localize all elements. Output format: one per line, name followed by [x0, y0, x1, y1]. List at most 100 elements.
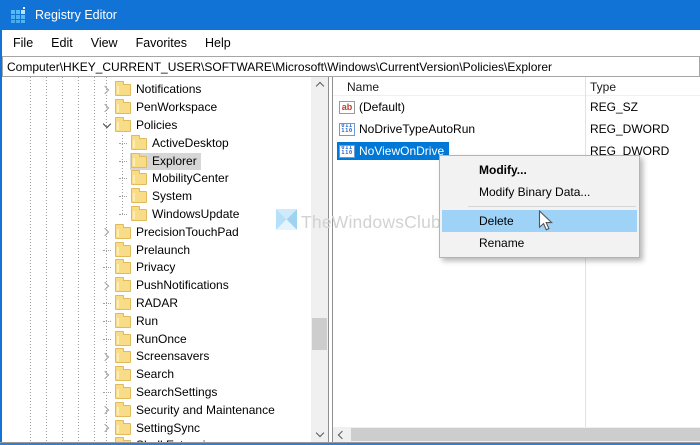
tree-item[interactable]: Search	[2, 366, 311, 384]
tree-item[interactable]: Prelaunch	[2, 241, 311, 259]
expand-arrow[interactable]	[99, 81, 114, 99]
expand-arrow[interactable]	[99, 241, 114, 259]
menu-item[interactable]: View	[82, 32, 127, 54]
scroll-left-button[interactable]	[333, 427, 348, 442]
expand-arrow[interactable]	[99, 419, 114, 437]
menu-item[interactable]: File	[4, 32, 42, 54]
expand-arrow[interactable]	[115, 152, 130, 170]
tree-item[interactable]: System	[2, 188, 311, 206]
folder-icon	[131, 170, 147, 186]
expand-arrow[interactable]	[115, 206, 130, 224]
context-menu-item-label: Modify Binary Data...	[479, 185, 591, 199]
expand-arrow[interactable]	[99, 312, 114, 330]
expand-arrow[interactable]	[99, 348, 114, 366]
tree-item-target[interactable]: PrecisionTouchPad	[114, 223, 243, 241]
vertical-scrollbar-thumb[interactable]	[312, 318, 327, 350]
expand-arrow[interactable]	[99, 384, 114, 402]
folder-icon	[115, 241, 131, 257]
folder-icon	[115, 294, 131, 310]
value-row-target[interactable]: (Default)	[337, 98, 410, 116]
horizontal-scrollbar-thumb[interactable]	[351, 428, 700, 441]
folder-icon	[115, 419, 131, 435]
tree-item-target[interactable]: Prelaunch	[114, 241, 194, 259]
menu-item[interactable]: Help	[196, 32, 240, 54]
tree-item-target[interactable]: Explorer	[130, 152, 201, 170]
value-row[interactable]: (Default) REG_SZ	[333, 96, 700, 118]
expand-arrow[interactable]	[99, 223, 114, 241]
tree-vertical-scrollbar[interactable]	[311, 77, 328, 442]
tree-item[interactable]: PrecisionTouchPad	[2, 223, 311, 241]
tree-item[interactable]: SearchSettings	[2, 383, 311, 402]
menu-item[interactable]: Favorites	[127, 32, 196, 54]
value-row[interactable]: NoDriveTypeAutoRun REG_DWORD	[333, 118, 700, 140]
tree-item-target[interactable]: PenWorkspace	[114, 99, 221, 116]
tree-item[interactable]: MobilityCenter	[2, 170, 311, 188]
tree-item-target[interactable]: Run	[114, 312, 162, 330]
tree-item[interactable]: ActiveDesktop	[2, 134, 311, 152]
tree-item[interactable]: PenWorkspace	[2, 99, 311, 117]
tree-item[interactable]: RunOnce	[2, 330, 311, 348]
expand-arrow[interactable]	[99, 117, 114, 135]
tree-item-target[interactable]: System	[130, 188, 196, 205]
tree-item-target[interactable]: Notifications	[114, 81, 205, 98]
menu-item[interactable]: Edit	[42, 32, 82, 54]
tree-item[interactable]: Notifications	[2, 81, 311, 99]
column-header-type[interactable]: Type	[590, 80, 616, 94]
expand-arrow[interactable]	[115, 134, 130, 152]
address-bar-input[interactable]	[2, 56, 700, 77]
value-row-target[interactable]: NoViewOnDrive	[337, 142, 450, 160]
expand-arrow[interactable]	[99, 259, 114, 277]
expand-arrow[interactable]	[99, 330, 114, 348]
folder-icon	[131, 188, 147, 204]
scroll-down-button[interactable]	[311, 427, 328, 442]
tree-item[interactable]: PushNotifications	[2, 277, 311, 295]
tree-item[interactable]: Screensavers	[2, 348, 311, 366]
value-list: (Default) REG_SZ NoDriveTypeAutoRun REG_…	[333, 96, 700, 427]
scroll-up-button[interactable]	[311, 77, 328, 92]
tree-item-target[interactable]: RunOnce	[114, 330, 191, 348]
tree-item[interactable]: Policies	[2, 116, 311, 135]
tree-item-target[interactable]: WindowsUpdate	[130, 205, 243, 223]
tree-item-target[interactable]: Search	[114, 366, 178, 383]
expand-arrow[interactable]	[99, 366, 114, 384]
tree-connector	[118, 196, 127, 198]
tree-item-target[interactable]: Policies	[114, 116, 181, 134]
tree-item-target[interactable]: MobilityCenter	[130, 170, 233, 187]
context-menu-item[interactable]	[468, 206, 636, 207]
tree-item[interactable]: Explorer	[2, 152, 311, 170]
tree-item-label: Explorer	[152, 153, 197, 168]
tree-item[interactable]: RADAR	[2, 294, 311, 313]
tree-item[interactable]: WindowsUpdate	[2, 205, 311, 224]
tree-item-target[interactable]: Security and Maintenance	[114, 401, 279, 419]
expand-arrow[interactable]	[99, 99, 114, 117]
value-row-target[interactable]: NoDriveTypeAutoRun	[337, 120, 480, 138]
expand-arrow[interactable]	[115, 170, 130, 188]
tree-item-target[interactable]: PushNotifications	[114, 277, 233, 294]
context-menu-item[interactable]: Modify Binary Data...	[442, 181, 637, 203]
chevron-icon	[102, 119, 111, 129]
tree-item-label: Prelaunch	[136, 242, 191, 257]
context-menu-item[interactable]: Rename	[442, 232, 637, 254]
tree-item-target[interactable]: ActiveDesktop	[130, 134, 233, 152]
expand-arrow[interactable]	[99, 295, 114, 313]
horizontal-scrollbar[interactable]	[333, 427, 700, 442]
tree-item[interactable]: Run	[2, 312, 311, 330]
folder-icon	[115, 277, 131, 293]
column-header-name[interactable]: Name	[347, 80, 379, 94]
tree-item-target[interactable]: SettingSync	[114, 419, 204, 437]
registry-tree: Notifications PenWorkspace Policies Acti…	[2, 77, 311, 442]
tree-item-target[interactable]: Screensavers	[114, 348, 213, 365]
expand-arrow[interactable]	[99, 401, 114, 419]
context-menu-item[interactable]: Modify...	[442, 159, 637, 181]
tree-item[interactable]: SettingSync	[2, 419, 311, 437]
tree-item[interactable]: Privacy	[2, 259, 311, 277]
tree-item-target[interactable]: SearchSettings	[114, 383, 221, 401]
expand-arrow[interactable]	[115, 188, 130, 206]
tree-item-target[interactable]: RADAR	[114, 294, 182, 312]
tree-item[interactable]: Security and Maintenance	[2, 401, 311, 419]
tree-connector	[118, 213, 127, 215]
expand-arrow[interactable]	[99, 277, 114, 295]
tree-item-target[interactable]: Privacy	[114, 259, 179, 276]
context-menu-item-label: Rename	[479, 236, 525, 250]
tree-item-label: Policies	[136, 117, 178, 132]
